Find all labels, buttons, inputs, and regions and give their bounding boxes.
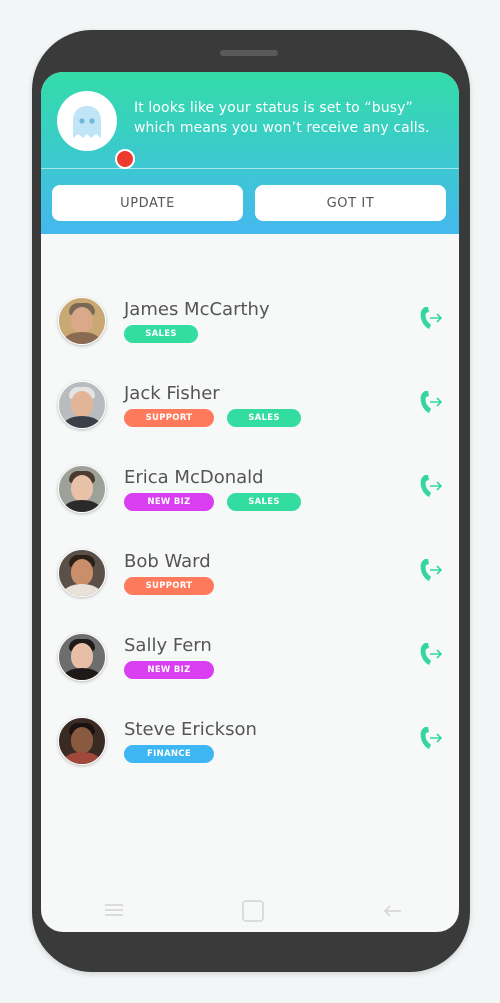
avatar <box>58 717 106 765</box>
tag-sales: SALES <box>227 409 301 427</box>
contact-name: James McCarthy <box>124 299 270 320</box>
busy-status-dot <box>115 149 135 169</box>
phone-speaker <box>220 50 278 56</box>
tag-new-biz: NEW BIZ <box>124 493 214 511</box>
user-avatar <box>57 91 135 169</box>
contact-row[interactable]: Steve Erickson FINANCE <box>41 717 459 781</box>
android-nav-bar <box>41 887 459 927</box>
contact-row[interactable]: Jack Fisher SUPPORT SALES <box>41 381 459 445</box>
tag-sales: SALES <box>227 493 301 511</box>
tag-support: SUPPORT <box>124 577 214 595</box>
phone-transfer-icon[interactable] <box>417 557 443 583</box>
avatar <box>58 549 106 597</box>
contact-row[interactable]: James McCarthy SALES <box>41 297 459 361</box>
avatar <box>58 297 106 345</box>
contact-row[interactable]: Erica McDonald NEW BIZ SALES <box>41 465 459 529</box>
contact-row[interactable]: Bob Ward SUPPORT <box>41 549 459 613</box>
avatar <box>58 381 106 429</box>
tag-finance: FINANCE <box>124 745 214 763</box>
phone-transfer-icon[interactable] <box>417 389 443 415</box>
back-icon[interactable] <box>381 903 403 919</box>
phone-transfer-icon[interactable] <box>417 725 443 751</box>
contact-name: Jack Fisher <box>124 383 220 404</box>
recents-icon[interactable] <box>103 903 125 917</box>
home-icon[interactable] <box>241 899 265 923</box>
avatar <box>58 465 106 513</box>
busy-status-message: It looks like your status is set to “bus… <box>134 100 430 136</box>
contact-name: Erica McDonald <box>124 467 264 488</box>
update-button[interactable]: UPDATE <box>52 185 243 221</box>
banner-divider <box>41 168 459 169</box>
contact-name: Steve Erickson <box>124 719 257 740</box>
tag-sales: SALES <box>124 325 198 343</box>
phone-transfer-icon[interactable] <box>417 473 443 499</box>
app-screen: It looks like your status is set to “bus… <box>41 72 459 932</box>
phone-transfer-icon[interactable] <box>417 305 443 331</box>
phone-frame: It looks like your status is set to “bus… <box>32 30 470 972</box>
phone-transfer-icon[interactable] <box>417 641 443 667</box>
avatar <box>58 633 106 681</box>
contact-row[interactable]: Sally Fern NEW BIZ <box>41 633 459 697</box>
contact-name: Bob Ward <box>124 551 211 572</box>
ghost-icon <box>73 106 101 138</box>
tag-new-biz: NEW BIZ <box>124 661 214 679</box>
contact-name: Sally Fern <box>124 635 212 656</box>
busy-status-banner: It looks like your status is set to “bus… <box>41 72 459 234</box>
got-it-button[interactable]: GOT IT <box>255 185 446 221</box>
tag-support: SUPPORT <box>124 409 214 427</box>
